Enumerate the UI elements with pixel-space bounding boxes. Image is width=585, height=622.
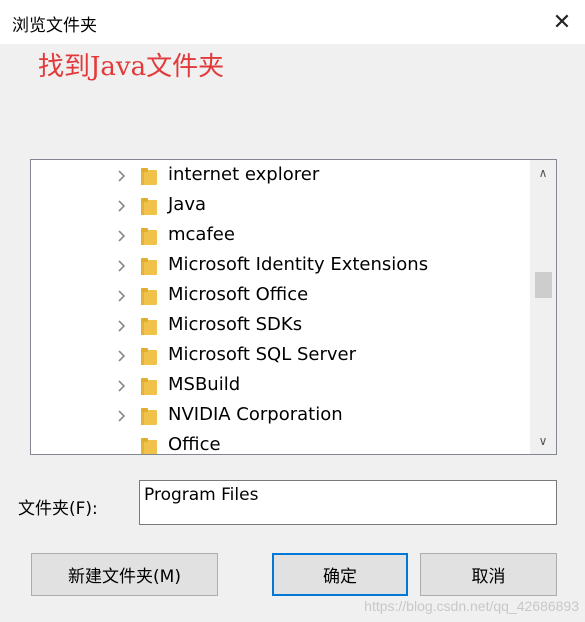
tree-item-label: Office	[168, 434, 221, 455]
tree-item-label: Java	[168, 194, 207, 215]
chevron-right-icon[interactable]	[115, 289, 129, 303]
folder-icon	[141, 197, 157, 215]
folder-icon	[141, 437, 157, 454]
tree-item[interactable]: mcafee	[31, 221, 529, 251]
folder-icon	[141, 377, 157, 395]
chevron-right-icon[interactable]	[115, 229, 129, 243]
chevron-right-icon[interactable]	[115, 409, 129, 423]
watermark: https://blog.csdn.net/qq_42686893	[364, 598, 579, 614]
scroll-up-icon[interactable]: ∧	[530, 160, 556, 186]
cancel-button[interactable]: 取消	[420, 553, 557, 596]
new-folder-button[interactable]: 新建文件夹(M)	[31, 553, 218, 596]
chevron-right-icon[interactable]	[115, 169, 129, 183]
tree-item[interactable]: NVIDIA Corporation	[31, 401, 529, 431]
tree-item-label: NVIDIA Corporation	[168, 404, 343, 425]
folder-field-label: 文件夹(F):	[18, 499, 98, 519]
folder-icon	[141, 167, 157, 185]
chevron-right-icon[interactable]	[115, 259, 129, 273]
tree-item[interactable]: Microsoft Office	[31, 281, 529, 311]
folder-tree[interactable]: internet explorer Java mcafee Microsoft Ide…	[30, 159, 557, 455]
chevron-right-icon[interactable]	[115, 349, 129, 363]
folder-icon	[141, 227, 157, 245]
chevron-right-icon[interactable]	[115, 319, 129, 333]
vertical-scrollbar[interactable]: ∧ ∨	[530, 160, 556, 454]
tree-item[interactable]: Microsoft Identity Extensions	[31, 251, 529, 281]
tree-item[interactable]: Office	[31, 431, 529, 455]
tree-item[interactable]: Microsoft SQL Server	[31, 341, 529, 371]
tree-item[interactable]: internet explorer	[31, 161, 529, 191]
folder-icon	[141, 317, 157, 335]
tree-item-label: Microsoft SQL Server	[168, 344, 357, 365]
folder-field[interactable]: Program Files	[139, 480, 557, 525]
folder-icon	[141, 407, 157, 425]
folder-icon	[141, 257, 157, 275]
tree-item-label: Microsoft Office	[168, 284, 309, 305]
scroll-thumb[interactable]	[535, 272, 552, 298]
tree-item-label: MSBuild	[168, 374, 241, 395]
folder-icon	[141, 347, 157, 365]
chevron-right-icon[interactable]	[115, 199, 129, 213]
tree-item[interactable]: Java	[31, 191, 529, 221]
tree-item[interactable]: MSBuild	[31, 371, 529, 401]
tree-item-label: Microsoft Identity Extensions	[168, 254, 429, 275]
folder-icon	[141, 287, 157, 305]
tree-item[interactable]: Microsoft SDKs	[31, 311, 529, 341]
tree-item-label: internet explorer	[168, 164, 320, 185]
scroll-down-icon[interactable]: ∨	[530, 428, 556, 454]
tree-item-label: mcafee	[168, 224, 235, 245]
chevron-right-icon[interactable]	[115, 379, 129, 393]
ok-button[interactable]: 确定	[272, 553, 408, 596]
tree-item-label: Microsoft SDKs	[168, 314, 303, 335]
